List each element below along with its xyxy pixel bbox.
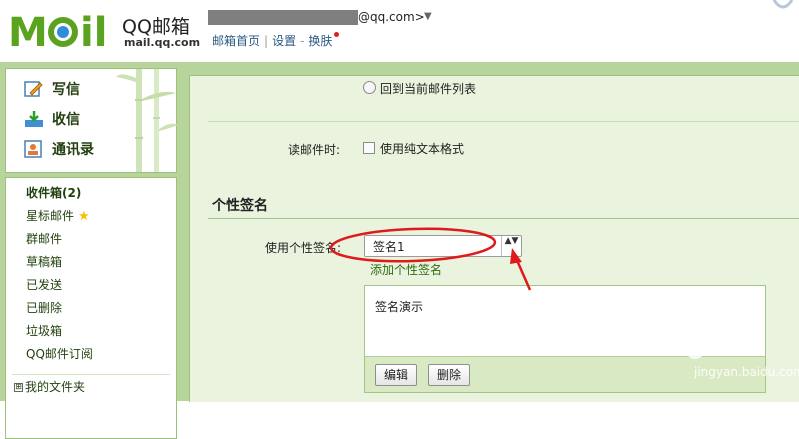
watermark-brand: Bai	[614, 325, 668, 360]
edit-signature-button[interactable]: 编辑	[375, 364, 418, 386]
signature-select[interactable]: 签名1 ▲▼	[364, 235, 522, 257]
add-signature-link[interactable]: 添加个性签名	[370, 261, 442, 278]
read-mail-label: 读邮件时:	[288, 143, 341, 157]
folder-starred[interactable]: 星标邮件 ★	[26, 207, 90, 224]
inbox-download-icon	[25, 111, 43, 127]
sidebar-actions-panel: 写信 收信 通讯录	[5, 68, 178, 173]
folder-spam[interactable]: 垃圾箱	[26, 322, 62, 339]
signature-section-title: 个性签名	[212, 198, 268, 214]
folder-list: 收件箱(2) 星标邮件 ★ 群邮件 草稿箱 已发送 已删除 垃圾箱 QQ邮件订阅 …	[5, 177, 177, 439]
product-name: QQ邮箱	[122, 16, 190, 38]
receive-mail-label: 收信	[52, 112, 80, 128]
select-updown-icon[interactable]: ▲▼	[501, 236, 521, 256]
nav-separator: -	[300, 34, 305, 48]
header: M il QQ邮箱 mail.qq.com @qq.com> ▼ 邮箱首页 | 设置…	[0, 0, 799, 62]
expand-plus-icon[interactable]: ⊞	[14, 383, 23, 392]
signature-section-divider	[208, 218, 799, 219]
nav-settings[interactable]: 设置	[272, 34, 296, 48]
corner-decoration-icon[interactable]	[768, 0, 798, 12]
my-folders-label: 我的文件夹	[25, 380, 86, 394]
signature-select-label: 使用个性签名:	[265, 241, 342, 255]
account-name-redacted	[208, 10, 358, 25]
folder-inbox[interactable]: 收件箱(2)	[26, 184, 81, 201]
sidebar-divider	[12, 374, 170, 375]
folder-drafts[interactable]: 草稿箱	[26, 253, 62, 270]
nav-separator: |	[264, 34, 269, 48]
star-icon: ★	[78, 209, 90, 224]
svg-text:il: il	[80, 10, 107, 52]
folder-starred-label: 星标邮件	[26, 209, 75, 223]
compose-label: 写信	[52, 82, 80, 98]
folder-deleted[interactable]: 已删除	[26, 299, 62, 316]
my-folders[interactable]: ⊞ 我的文件夹	[14, 378, 85, 395]
baidu-watermark: Bai 经验 jingyan.baidu.com	[614, 325, 799, 385]
qq-mail-logo[interactable]: M il	[8, 8, 118, 52]
svg-text:M: M	[8, 10, 48, 52]
nav-skin[interactable]: 换肤	[308, 34, 332, 48]
return-to-list-label[interactable]: 回到当前邮件列表	[380, 80, 476, 97]
compose-button[interactable]: 写信	[24, 79, 80, 99]
contacts-icon	[24, 140, 42, 158]
signature-preview-text: 签名演示	[375, 300, 424, 314]
return-to-list-radio[interactable]	[363, 81, 376, 94]
contacts-label: 通讯录	[52, 142, 94, 158]
notification-dot-icon	[334, 32, 340, 37]
account-caret-icon[interactable]: ▼	[424, 11, 432, 22]
plain-text-checkbox[interactable]	[363, 142, 375, 154]
plain-text-label[interactable]: 使用纯文本格式	[380, 140, 464, 157]
sidebar: 写信 收信 通讯录 收件箱(2) 星标邮件 ★ 群邮件 草稿箱 已发送 已删除 垃…	[0, 62, 185, 439]
product-domain: mail.qq.com	[124, 36, 201, 49]
folder-group-mail[interactable]: 群邮件	[26, 230, 62, 247]
bamboo-decoration-icon	[116, 69, 178, 172]
account-domain[interactable]: @qq.com>	[358, 10, 425, 24]
folder-qq-subscriptions[interactable]: QQ邮件订阅	[26, 345, 93, 362]
nav-mail-home[interactable]: 邮箱首页	[212, 34, 260, 48]
section-divider	[208, 121, 799, 122]
folder-sent[interactable]: 已发送	[26, 276, 62, 293]
signature-select-value: 签名1	[373, 240, 405, 254]
compose-icon	[24, 81, 43, 97]
contacts-button[interactable]: 通讯录	[24, 139, 94, 159]
delete-signature-button[interactable]: 删除	[428, 364, 471, 386]
watermark-brand-suffix: 经验	[716, 335, 761, 360]
receive-mail-button[interactable]: 收信	[24, 109, 80, 129]
watermark-url: jingyan.baidu.com	[694, 365, 799, 379]
top-nav: 邮箱首页 | 设置 - 换肤	[212, 32, 340, 49]
